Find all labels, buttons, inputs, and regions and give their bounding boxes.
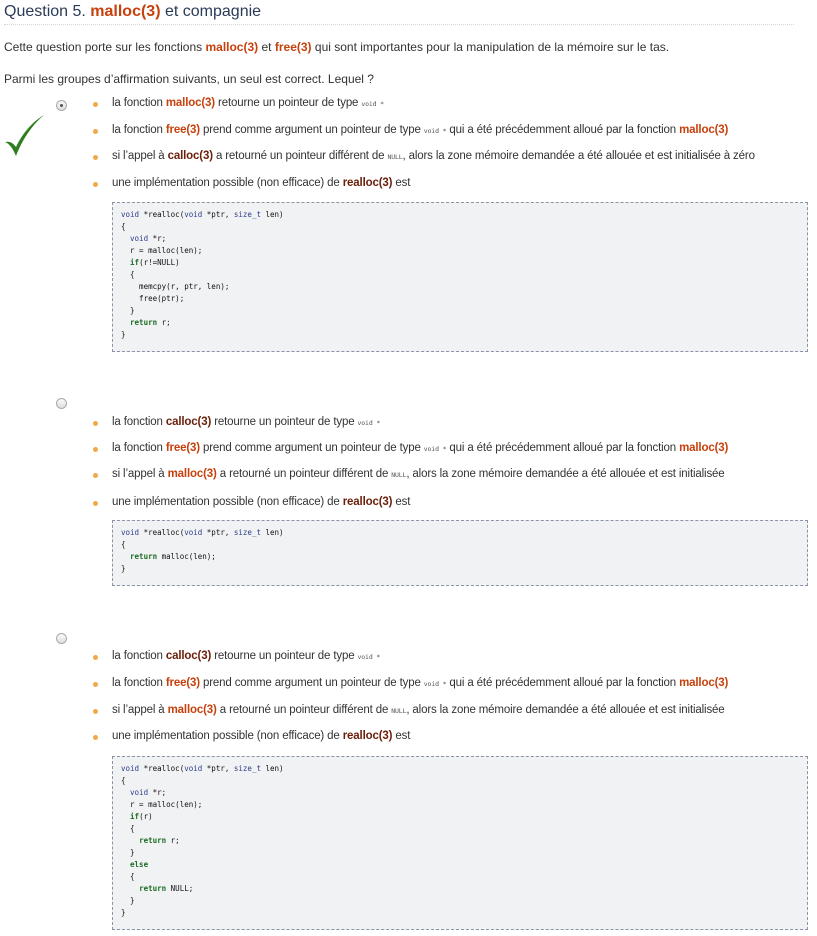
option-2-radio[interactable] xyxy=(56,398,67,409)
code-line: free(ptr); xyxy=(121,294,185,303)
code-line: { xyxy=(121,540,126,549)
option-1-code-block: void *realloc(void *ptr, size_t len) { v… xyxy=(112,202,808,352)
code-line: } xyxy=(121,564,126,573)
code-line: if(r) xyxy=(130,812,153,821)
code-line: void *realloc(void *ptr, size_t len) xyxy=(121,764,284,773)
code-line: } xyxy=(121,908,126,917)
code-line: { xyxy=(121,222,126,231)
option-1-item-2: la fonction free(3) prend comme argument… xyxy=(92,124,729,136)
option-1-item-4: une implémentation possible (non efficac… xyxy=(92,177,411,189)
code-line: void *realloc(void *ptr, size_t len) xyxy=(121,210,284,219)
question-intro: Cette question porte sur les fonctions m… xyxy=(4,40,669,54)
intro-function-free: free(3) xyxy=(274,40,312,54)
question-title-function: malloc(3) xyxy=(90,3,161,20)
code-line: { xyxy=(121,776,126,785)
option-1-item-1: la fonction malloc(3) retourne un pointe… xyxy=(93,97,384,109)
code-line: } xyxy=(121,848,135,857)
code-line: return r; xyxy=(130,318,171,327)
option-3-radio[interactable] xyxy=(56,633,67,644)
intro-text-1: Cette question porte sur les fonctions xyxy=(4,40,203,54)
intro-text-2: et xyxy=(261,40,272,54)
intro-function-malloc: malloc(3) xyxy=(205,40,259,54)
code-line: if(r!=NULL) xyxy=(130,258,180,267)
code-line: r = malloc(len); xyxy=(121,800,203,809)
option-2-item-2: la fonction free(3) prend comme argument… xyxy=(92,442,729,454)
code-line: return r; xyxy=(139,836,180,845)
question-prompt: Parmi les groupes d’affirmation suivants… xyxy=(4,72,374,86)
code-line: void *r; xyxy=(130,788,167,797)
option-1-item-3: si l’appel à calloc(3) a retourné un poi… xyxy=(93,150,755,162)
code-line: return NULL; xyxy=(139,884,194,893)
question-number: Question 5. xyxy=(4,3,86,20)
checkmark-icon xyxy=(5,115,44,156)
code-line: { xyxy=(121,824,135,833)
option-2-code-block: void *realloc(void *ptr, size_t len) { r… xyxy=(112,520,808,586)
option-2-item-3: si l’appel à malloc(3) a retourné un poi… xyxy=(93,468,725,480)
option-2-item-4: une implémentation possible (non efficac… xyxy=(92,496,411,508)
option-2-item-1: la fonction calloc(3) retourne un pointe… xyxy=(92,416,381,428)
option-3-item-1: la fonction calloc(3) retourne un pointe… xyxy=(92,650,381,662)
code-line: else xyxy=(130,860,149,869)
option-3-item-2: la fonction free(3) prend comme argument… xyxy=(92,677,729,689)
intro-text-3: qui sont importantes pour la manipulatio… xyxy=(314,40,670,54)
code-line: } xyxy=(121,330,126,339)
code-line: { xyxy=(121,872,135,881)
code-line: } xyxy=(121,306,135,315)
option-3-item-4: une implémentation possible (non efficac… xyxy=(92,730,411,742)
option-1-radio[interactable] xyxy=(56,100,67,111)
code-line: memcpy(r, ptr, len); xyxy=(121,282,230,291)
code-line: void *r; xyxy=(130,234,167,243)
code-line: return malloc(len); xyxy=(130,552,216,561)
option-3-code-block: void *realloc(void *ptr, size_t len) { v… xyxy=(112,756,808,930)
code-line: r = malloc(len); xyxy=(121,246,203,255)
code-line: { xyxy=(121,270,135,279)
code-line: } xyxy=(121,896,135,905)
question-title-rest: et compagnie xyxy=(164,3,262,20)
option-3-item-3: si l’appel à malloc(3) a retourné un poi… xyxy=(93,704,725,716)
question-title: Question 5. malloc(3) et compagnie xyxy=(4,3,794,25)
code-line: void *realloc(void *ptr, size_t len) xyxy=(121,528,284,537)
